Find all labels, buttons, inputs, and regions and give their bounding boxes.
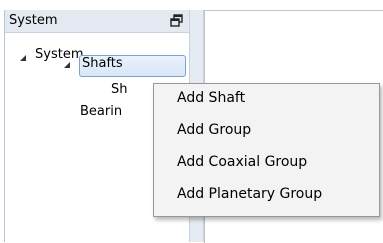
- menu-item-add-coaxial-group[interactable]: Add Coaxial Group: [177, 154, 307, 170]
- panel-header: System: [5, 10, 190, 33]
- expand-arrow-icon[interactable]: [63, 61, 71, 69]
- context-menu: Add Shaft Add Group Add Coaxial Group Ad…: [153, 83, 380, 217]
- menu-item-add-shaft[interactable]: Add Shaft: [177, 90, 245, 106]
- expand-arrow-icon[interactable]: [19, 54, 27, 62]
- tree-item-shafts[interactable]: Shafts: [82, 56, 123, 71]
- menu-item-add-planetary-group[interactable]: Add Planetary Group: [177, 186, 322, 202]
- window-restore-icon[interactable]: [170, 14, 184, 28]
- panel-title: System: [9, 13, 58, 28]
- tree-item-shaft[interactable]: Sh: [111, 82, 128, 97]
- tree-item-system[interactable]: System: [35, 47, 83, 62]
- tree-item-bearings[interactable]: Bearin: [80, 104, 122, 119]
- menu-item-add-group[interactable]: Add Group: [177, 122, 251, 138]
